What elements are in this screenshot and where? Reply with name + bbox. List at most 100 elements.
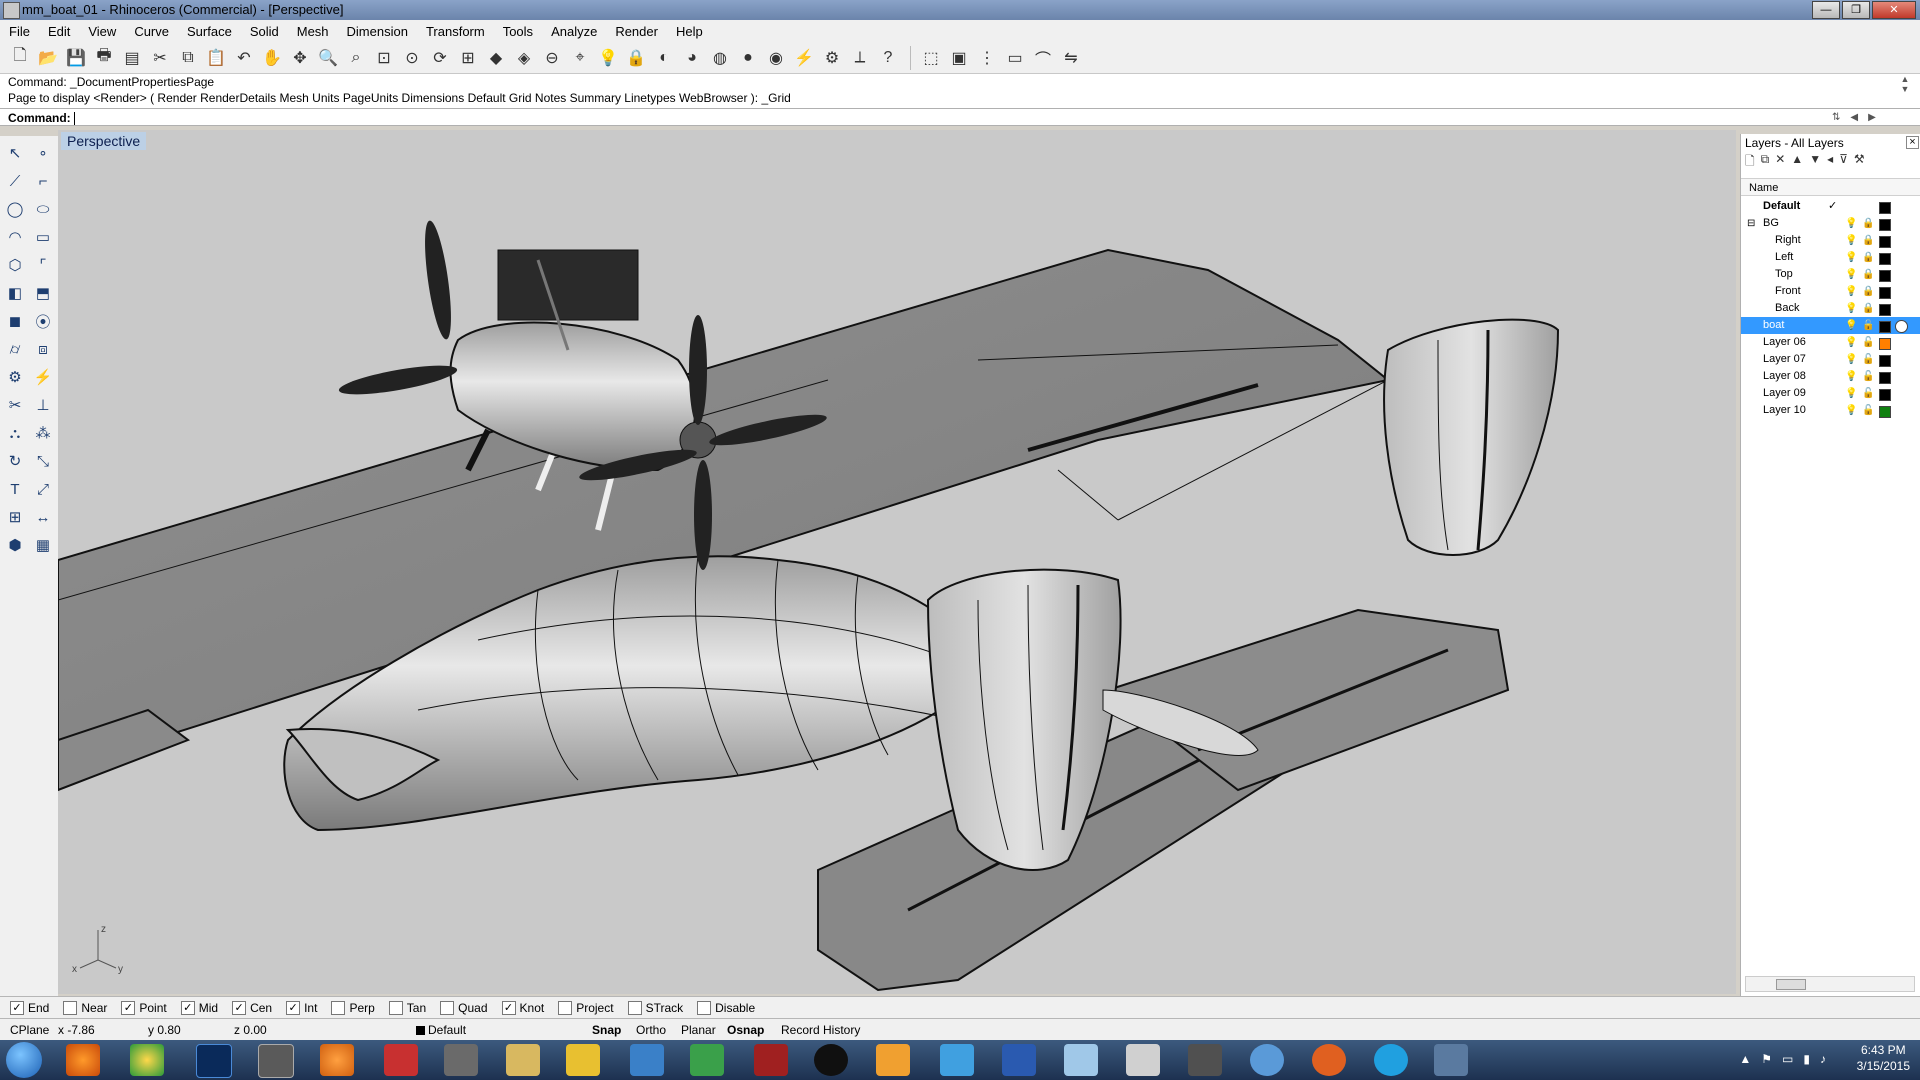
layer-lock-icon[interactable]: 🔒 <box>1862 249 1874 266</box>
osnap-near[interactable]: Near <box>63 1001 107 1015</box>
rotate-view-icon[interactable]: ⟳ <box>428 46 452 70</box>
analyze-icon[interactable]: ⚡ <box>792 46 816 70</box>
box-icon[interactable]: ◼ <box>4 310 26 332</box>
layer-lock-icon[interactable]: 🔒 <box>1862 283 1874 300</box>
rectangle-icon[interactable]: ▭ <box>32 226 54 248</box>
checkbox-checked-icon[interactable]: ✓ <box>180 1001 195 1015</box>
save-icon[interactable]: 💾 <box>64 46 88 70</box>
layer-color-swatch[interactable] <box>1879 321 1891 333</box>
command-input-caret[interactable] <box>73 112 75 126</box>
polyline-icon[interactable]: ⟋ <box>4 170 26 192</box>
blender-icon[interactable] <box>320 1044 354 1076</box>
layer-unlock-icon[interactable]: 🔓 <box>1862 334 1874 351</box>
layer-row-bg[interactable]: ⊟ BG 💡 🔒 <box>1741 215 1920 232</box>
grid-icon[interactable]: ▦ <box>32 534 54 556</box>
calculator-icon[interactable] <box>1126 1044 1160 1076</box>
layer-visibility-bulb-icon[interactable]: 💡 <box>1845 249 1857 266</box>
pan-hand-icon[interactable]: ✋ <box>260 46 284 70</box>
toolbar-handle-icon[interactable]: ⋮ <box>975 46 999 70</box>
layer-icon[interactable]: ◐ <box>652 46 676 70</box>
sketchup-icon[interactable] <box>384 1044 418 1076</box>
menu-file[interactable]: File <box>0 24 39 39</box>
checkbox-checked-icon[interactable]: ✓ <box>10 1001 24 1015</box>
dimension-tool-icon[interactable]: ↔ <box>32 506 54 528</box>
layer-visibility-bulb-icon[interactable]: 💡 <box>1845 300 1857 317</box>
layer-color-swatch[interactable] <box>1879 406 1891 418</box>
render-sphere-icon[interactable]: ◉ <box>764 46 788 70</box>
render-cube-icon[interactable]: ⬢ <box>4 534 26 556</box>
status-ortho-toggle[interactable]: Ortho <box>636 1019 666 1041</box>
osnap-quad[interactable]: Quad <box>440 1001 488 1015</box>
osnap-mid[interactable]: ✓ Mid <box>180 1001 218 1015</box>
layer-row-top[interactable]: Top 💡 🔒 <box>1741 266 1920 283</box>
layer-visibility-bulb-icon[interactable]: 💡 <box>1845 334 1857 351</box>
layer-unlock-icon[interactable]: 🔓 <box>1862 317 1874 334</box>
layer-row-layer08[interactable]: Layer 08 💡 🔓 <box>1741 368 1920 385</box>
menu-analyze[interactable]: Analyze <box>542 24 606 39</box>
undo-icon[interactable]: ↶ <box>232 46 256 70</box>
zoom-selected-icon[interactable]: ⊙ <box>400 46 424 70</box>
skype-icon[interactable] <box>1374 1044 1408 1076</box>
perspective-viewport[interactable]: Perspective z x y <box>58 130 1736 994</box>
delete-layer-icon[interactable]: ✕ <box>1775 152 1785 173</box>
layer-lock-icon[interactable]: 🔒 <box>1862 266 1874 283</box>
light-bulb-icon[interactable]: 💡 <box>596 46 620 70</box>
status-current-layer[interactable]: Default <box>428 1019 466 1041</box>
layer-visibility-bulb-icon[interactable]: 💡 <box>1845 368 1857 385</box>
menu-solid[interactable]: Solid <box>241 24 288 39</box>
command-history-scrollbar[interactable]: ▲ ▼ <box>1898 74 1912 108</box>
layer-color-swatch[interactable] <box>1879 253 1891 265</box>
select-icon[interactable]: ◆ <box>484 46 508 70</box>
arc-icon[interactable]: ◠ <box>4 226 26 248</box>
layer-color-swatch[interactable] <box>1879 202 1891 214</box>
network-icon[interactable] <box>940 1044 974 1076</box>
cylinder-icon[interactable]: ⌭ <box>4 338 26 360</box>
checkbox-unchecked-icon[interactable] <box>331 1001 346 1015</box>
menu-curve[interactable]: Curve <box>125 24 178 39</box>
osnap-cen[interactable]: ✓ Cen <box>232 1001 272 1015</box>
four-viewports-icon[interactable]: ⊞ <box>456 46 480 70</box>
layer-row-layer09[interactable]: Layer 09 💡 🔓 <box>1741 385 1920 402</box>
shaded-sphere-icon[interactable]: ● <box>736 46 760 70</box>
layer-row-back[interactable]: Back 💡 🔒 <box>1741 300 1920 317</box>
hide-icon[interactable]: ◈ <box>512 46 536 70</box>
osnap-tan[interactable]: Tan <box>388 1001 426 1015</box>
command-prev-icon[interactable]: ◀ <box>1850 112 1858 123</box>
layer-row-layer07[interactable]: Layer 07 💡 🔓 <box>1741 351 1920 368</box>
tablet-icon[interactable] <box>1188 1044 1222 1076</box>
tray-display-icon[interactable]: ▭ <box>1782 1052 1793 1066</box>
paste-icon[interactable]: 📋 <box>204 46 228 70</box>
rainbow-icon[interactable]: ⌒ <box>1031 46 1055 70</box>
layer-row-front[interactable]: Front 💡 🔒 <box>1741 283 1920 300</box>
tray-volume-icon[interactable]: ♪ <box>1820 1052 1826 1066</box>
layer-color-swatch[interactable] <box>1879 355 1891 367</box>
layer-row-layer06[interactable]: Layer 06 💡 🔓 <box>1741 334 1920 351</box>
layer-visibility-bulb-icon[interactable]: 💡 <box>1845 215 1857 232</box>
firefox-icon[interactable] <box>66 1044 100 1076</box>
app-green-icon[interactable] <box>690 1044 724 1076</box>
scrollbar-thumb[interactable] <box>1776 979 1806 990</box>
menu-dimension[interactable]: Dimension <box>338 24 417 39</box>
properties-icon[interactable]: ▤ <box>120 46 144 70</box>
copy-icon[interactable]: ⧉ <box>176 46 200 70</box>
maximize-button[interactable]: ❐ <box>1842 1 1870 19</box>
clock[interactable]: 6:43 PM 3/15/2015 <box>1857 1042 1910 1074</box>
status-osnap-toggle[interactable]: Osnap <box>727 1019 764 1041</box>
join-icon[interactable]: ⛬ <box>4 422 26 444</box>
checkbox-unchecked-icon[interactable] <box>627 1001 642 1015</box>
command-next-icon[interactable]: ▶ <box>1868 112 1876 123</box>
layer-lock-icon[interactable]: 🔒 <box>1862 232 1874 249</box>
tray-expand-icon[interactable]: ▲ <box>1739 1052 1751 1066</box>
checkbox-checked-icon[interactable]: ✓ <box>121 1001 136 1015</box>
help-icon[interactable]: ? <box>876 46 900 70</box>
checkbox-unchecked-icon[interactable] <box>63 1001 78 1015</box>
osnap-end[interactable]: ✓ End <box>10 1001 49 1015</box>
layer-visibility-bulb-icon[interactable]: 💡 <box>1845 402 1857 419</box>
video-icon[interactable] <box>876 1044 910 1076</box>
layer-color-swatch[interactable] <box>1879 270 1891 282</box>
layers-close-icon[interactable]: × <box>1906 136 1919 149</box>
status-planar-toggle[interactable]: Planar <box>681 1019 716 1041</box>
photoshop-icon[interactable] <box>196 1044 232 1078</box>
osnap-disable[interactable]: Disable <box>697 1001 755 1015</box>
osnap-strack[interactable]: STrack <box>627 1001 683 1015</box>
